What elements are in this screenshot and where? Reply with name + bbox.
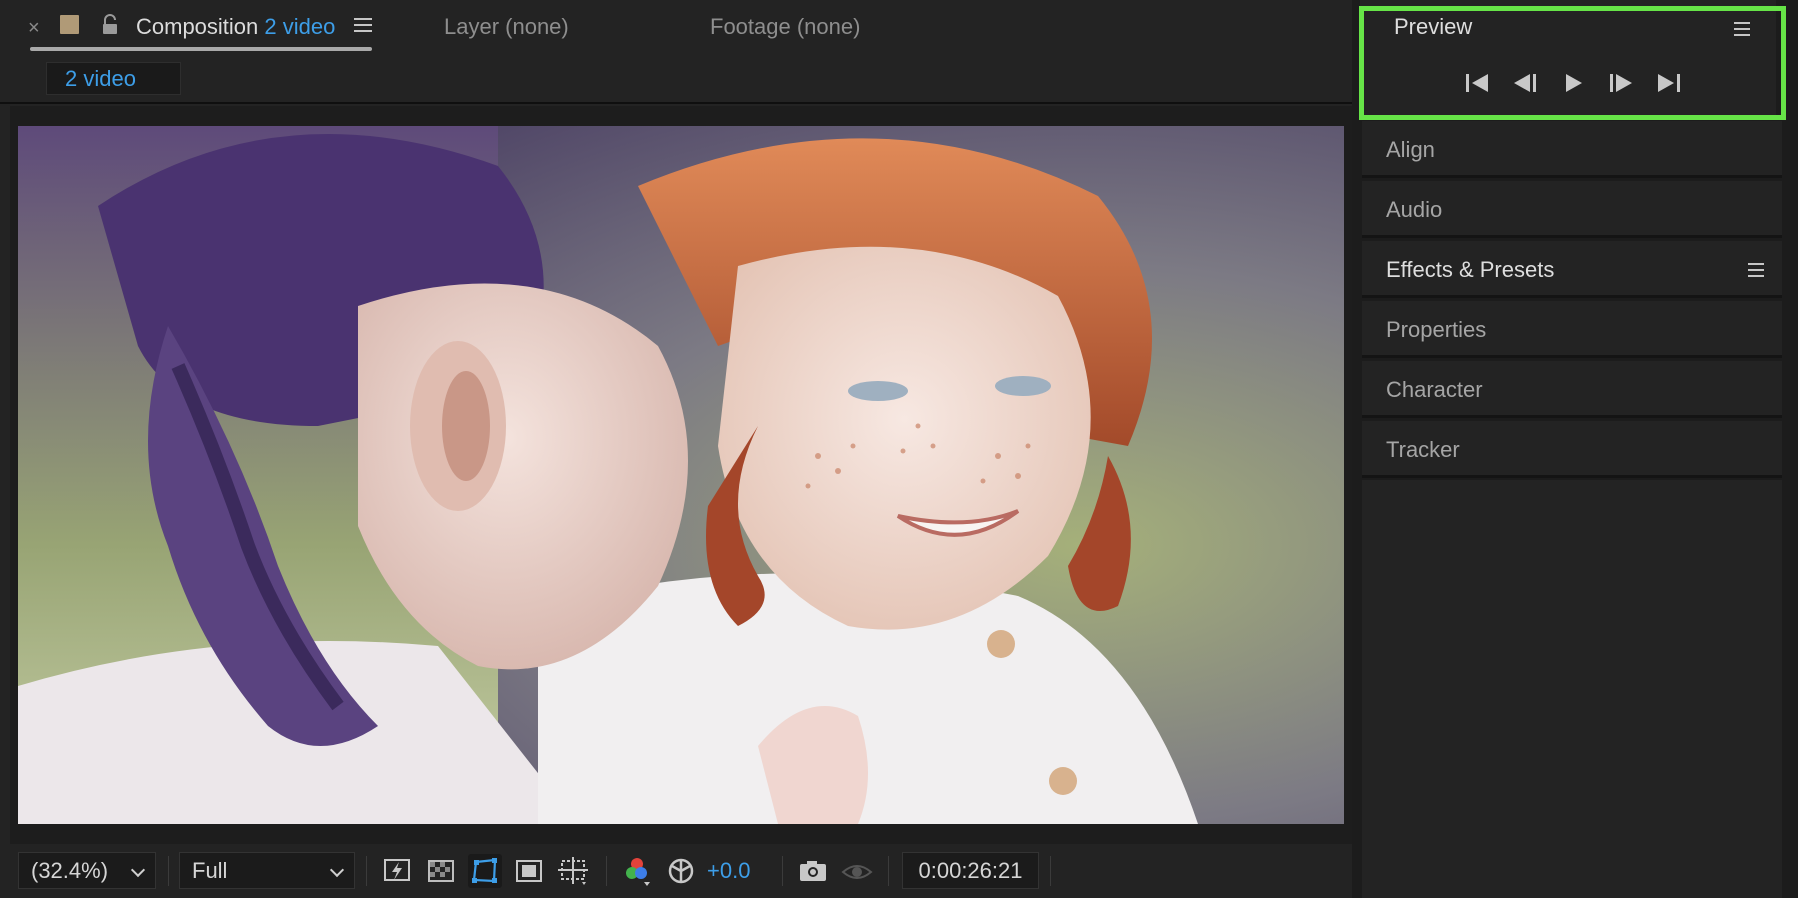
chevron-down-icon: [130, 862, 146, 878]
right-panel-column: Preview Align Audio Effects & Presets Pr…: [1352, 0, 1798, 898]
align-panel-title: Align: [1386, 137, 1435, 162]
mask-path-icon[interactable]: [468, 854, 502, 888]
tracker-panel-title: Tracker: [1386, 437, 1460, 462]
toolbar-divider: [606, 856, 607, 886]
active-tab-indicator: [30, 47, 372, 51]
lock-icon[interactable]: [100, 14, 120, 36]
audio-panel[interactable]: Audio: [1362, 181, 1782, 238]
magnification-value: (32.4%): [31, 858, 109, 883]
guides-icon[interactable]: [556, 854, 590, 888]
toolbar-divider: [168, 856, 169, 886]
video-frame: [18, 126, 1344, 824]
show-snapshot-icon[interactable]: [840, 854, 874, 888]
snapshot-icon[interactable]: [796, 854, 830, 888]
preview-panel-highlight: [1359, 6, 1786, 120]
region-of-interest-icon[interactable]: [512, 854, 546, 888]
character-panel[interactable]: Character: [1362, 361, 1782, 418]
viewer-toolbar: (32.4%) Full +0.0 0:00:26:21: [0, 846, 1352, 898]
character-panel-title: Character: [1386, 377, 1483, 402]
tab-footage[interactable]: Footage (none): [710, 12, 860, 42]
composition-panel: × Composition 2 video Layer (none) Foota…: [0, 0, 1352, 898]
effects-presets-panel[interactable]: Effects & Presets: [1362, 241, 1782, 298]
tab-layer[interactable]: Layer (none): [444, 12, 569, 42]
resolution-value: Full: [192, 858, 228, 883]
toolbar-divider: [888, 856, 889, 886]
current-time-display[interactable]: 0:00:26:21: [902, 852, 1039, 889]
toolbar-divider: [1050, 856, 1051, 886]
fast-previews-icon[interactable]: [380, 854, 414, 888]
properties-panel-title: Properties: [1386, 317, 1487, 342]
breadcrumb[interactable]: 2 video: [46, 62, 181, 95]
menu-icon[interactable]: [354, 18, 372, 34]
exposure-reset-icon[interactable]: [664, 854, 698, 888]
audio-panel-title: Audio: [1386, 197, 1443, 222]
menu-icon[interactable]: [1748, 263, 1764, 277]
chevron-down-icon: [329, 862, 345, 878]
composition-viewer[interactable]: [10, 106, 1352, 844]
effects-presets-panel-title: Effects & Presets: [1386, 257, 1555, 282]
transparency-grid-icon[interactable]: [424, 854, 458, 888]
close-icon[interactable]: ×: [28, 16, 40, 40]
toolbar-divider: [782, 856, 783, 886]
color-channels-icon[interactable]: [620, 854, 654, 888]
properties-panel[interactable]: Properties: [1362, 301, 1782, 358]
tab-composition[interactable]: Composition 2 video: [136, 12, 335, 42]
toolbar-divider: [366, 856, 367, 886]
align-panel[interactable]: Align: [1362, 121, 1782, 178]
resolution-dropdown[interactable]: Full: [179, 852, 355, 889]
exposure-value[interactable]: +0.0: [707, 854, 750, 888]
tab-composition-label: Composition: [136, 14, 259, 39]
tab-composition-name: 2 video: [264, 14, 336, 39]
video-frame-image: [18, 126, 1344, 824]
tracker-panel[interactable]: Tracker: [1362, 421, 1782, 478]
composition-navigator: 2 video: [0, 56, 1352, 104]
magnification-dropdown[interactable]: (32.4%): [18, 852, 156, 889]
panel-empty-area: [1362, 480, 1782, 898]
composition-color-swatch[interactable]: [60, 15, 79, 34]
panel-tab-bar: × Composition 2 video Layer (none) Foota…: [0, 0, 1352, 56]
